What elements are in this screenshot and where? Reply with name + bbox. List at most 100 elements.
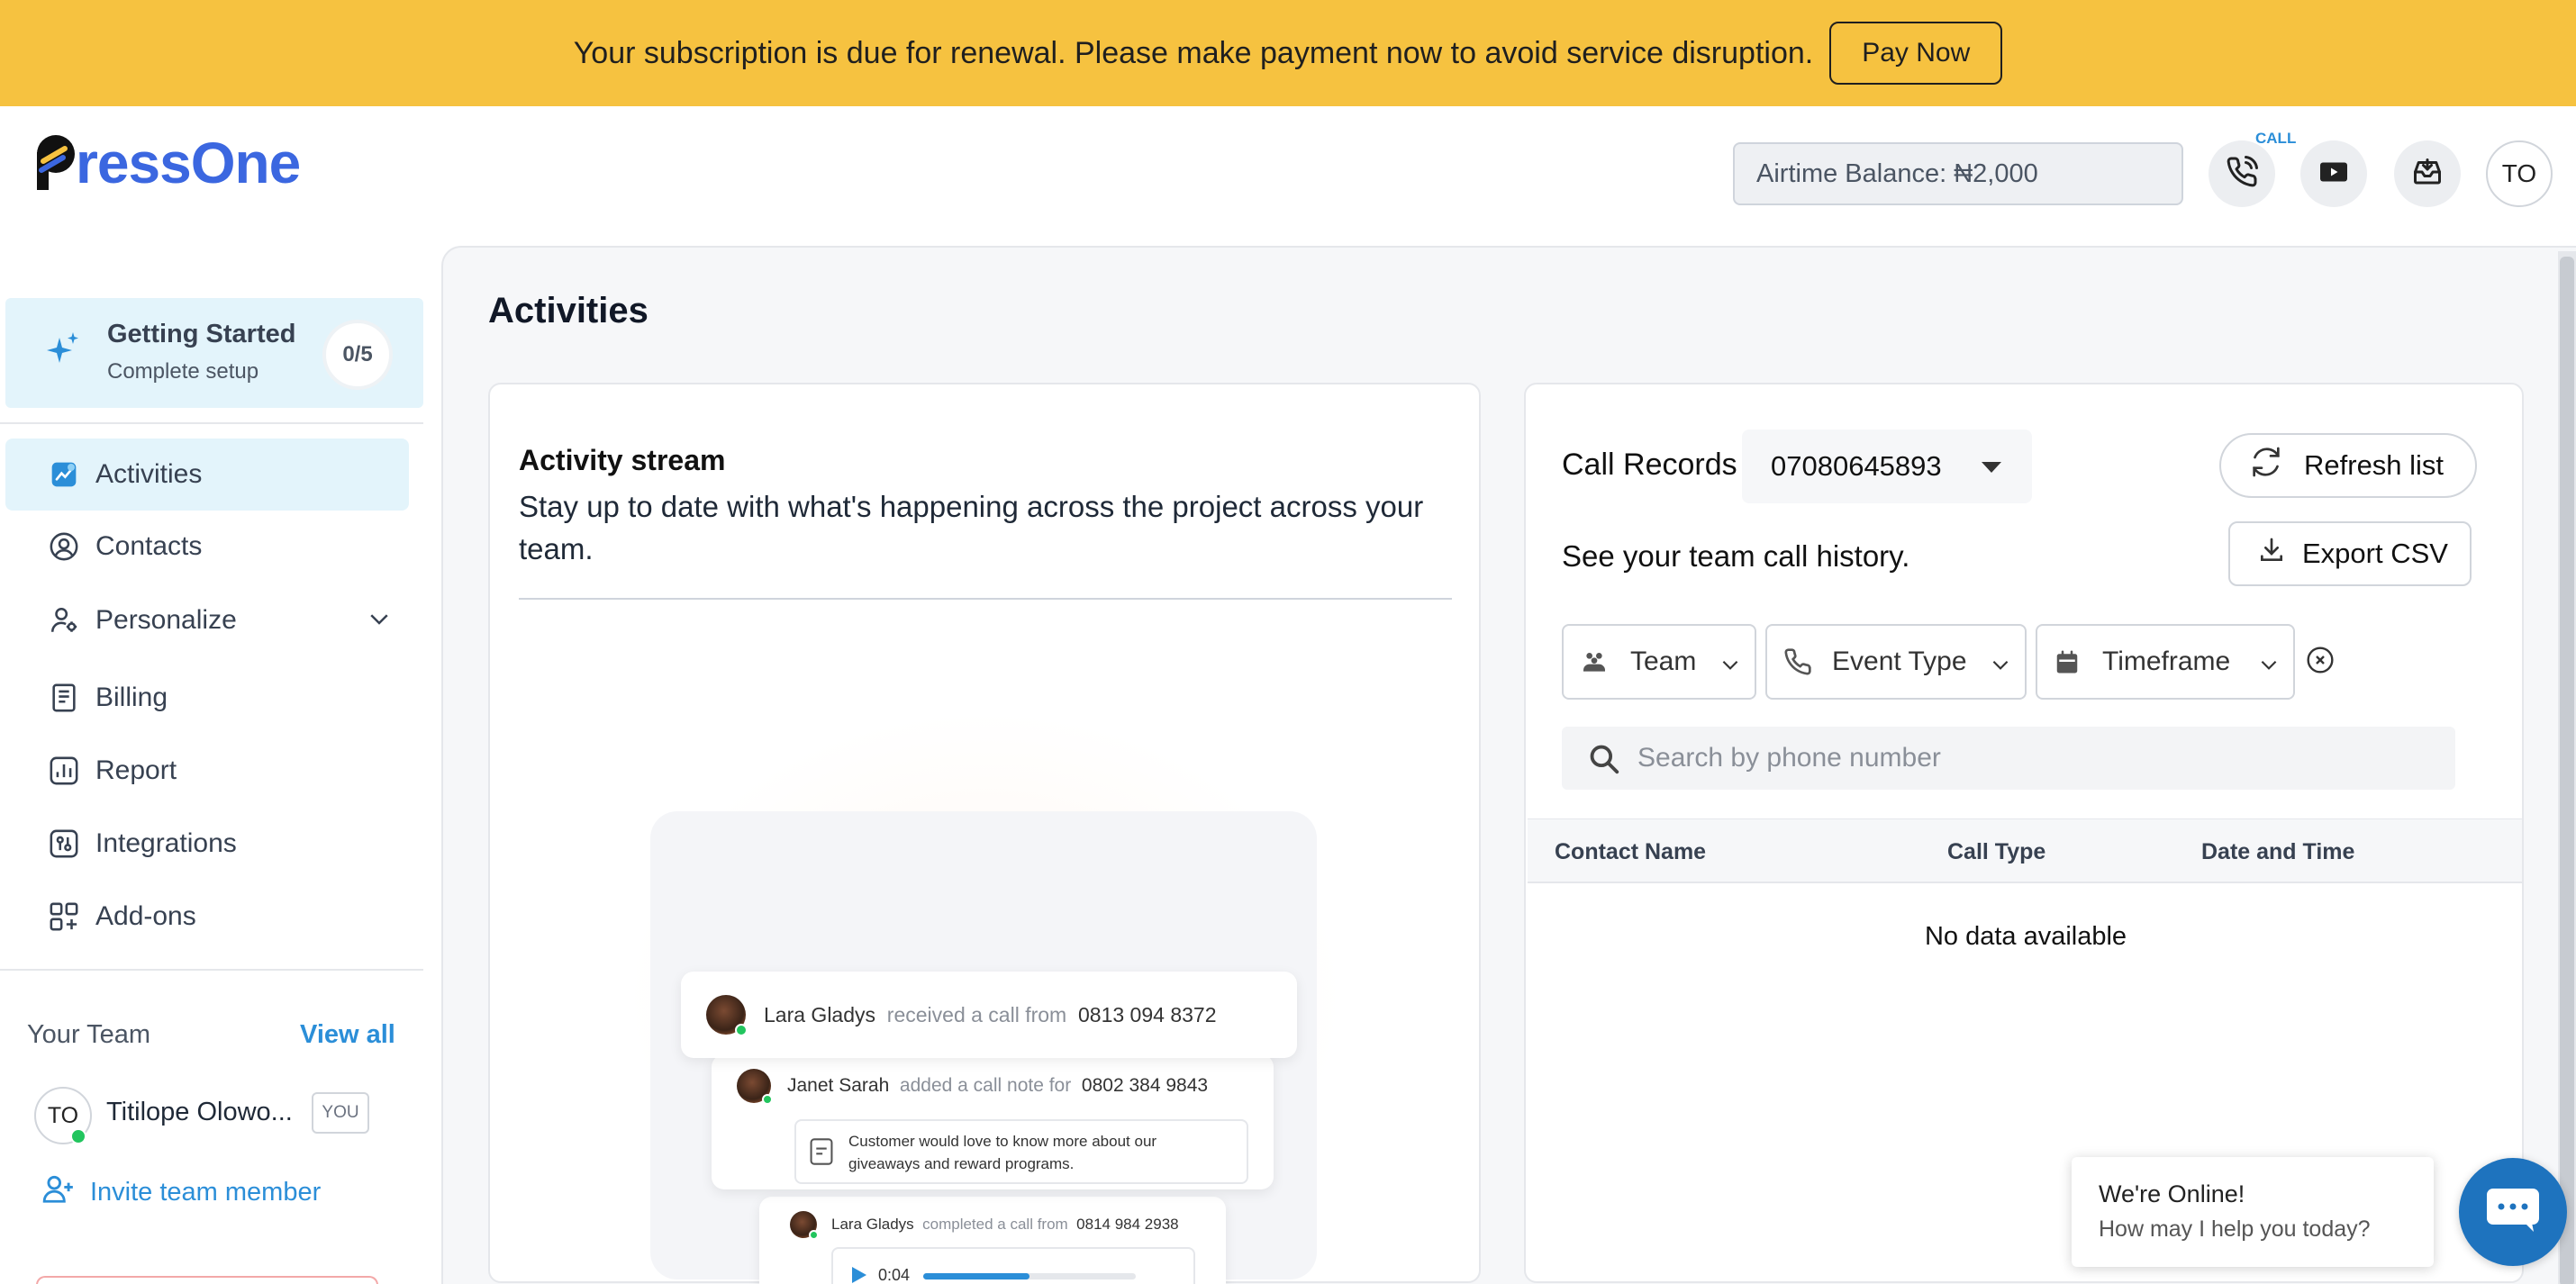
illustration-row: Lara Gladys received a call from 0813 09…	[706, 995, 1217, 1036]
refresh-list-button[interactable]: Refresh list	[2219, 433, 2477, 498]
column-header-call-type[interactable]: Call Type	[1947, 839, 2045, 865]
activity-stream-card: Activity stream Stay up to date with wha…	[488, 383, 1481, 1284]
sparkle-icon	[45, 330, 81, 375]
chat-icon	[2485, 1187, 2541, 1238]
chat-launcher-button[interactable]	[2459, 1158, 2567, 1266]
main-content: Activities Activity stream Stay up to da…	[441, 246, 2576, 1284]
illustration-name: Lara Gladys	[764, 1002, 876, 1026]
video-tutorial-button[interactable]	[2300, 140, 2367, 207]
sidebar-item-activities[interactable]: Activities	[5, 439, 409, 511]
illustration-row: Janet Sarah added a call note for 0802 3…	[737, 1069, 1209, 1105]
getting-started-title: Getting Started	[107, 320, 296, 348]
selected-number: 07080645893	[1771, 450, 1942, 482]
contact-avatar	[790, 1211, 819, 1240]
chevron-down-icon	[1719, 653, 1742, 683]
chevron-down-icon[interactable]	[366, 605, 393, 637]
team-member-name[interactable]: Titilope Olowo...	[106, 1098, 293, 1127]
airtime-balance: Airtime Balance: ₦2,000	[1733, 142, 2183, 205]
empty-state-message: No data available	[1924, 922, 2127, 951]
renewal-banner: Your subscription is due for renewal. Pl…	[0, 0, 2576, 106]
main-scrollbar[interactable]	[2558, 251, 2576, 1284]
export-csv-button[interactable]: Export CSV	[2228, 521, 2472, 586]
activity-stream-divider	[519, 598, 1452, 600]
bar-report-icon	[47, 754, 81, 788]
timeframe-filter[interactable]: Timeframe	[2036, 624, 2295, 700]
invite-team-member-link[interactable]: Invite team member	[41, 1171, 321, 1213]
activity-stream-title: Activity stream	[519, 444, 726, 476]
sidebar-item-label: Add-ons	[95, 901, 196, 931]
user-circle-icon	[47, 529, 81, 564]
pressone-logo[interactable]: ressOne	[32, 130, 301, 196]
scrollbar-thumb[interactable]	[2560, 257, 2574, 1284]
sidebar-item-integrations[interactable]: Integrations	[5, 808, 409, 880]
sidebar-bottom-card-edge	[36, 1276, 378, 1284]
search-input[interactable]	[1637, 739, 2430, 777]
receipt-icon	[47, 681, 81, 715]
chat-greeting-title: We're Online!	[2099, 1180, 2245, 1207]
renewal-message: Your subscription is due for renewal. Pl…	[573, 35, 1814, 70]
illustration-card-received: Lara Gladys received a call from 0813 09…	[681, 972, 1297, 1058]
note-text: Customer would love to know more about o…	[848, 1133, 1157, 1172]
chevron-down-icon	[2257, 653, 2281, 683]
sidebar-item-add-ons[interactable]: Add-ons	[5, 881, 409, 953]
timeframe-filter-label: Timeframe	[2102, 647, 2231, 676]
chat-greeting-subtitle: How may I help you today?	[2099, 1216, 2371, 1242]
page-title: Activities	[488, 291, 649, 330]
online-status-dot	[70, 1128, 86, 1144]
audio-progress	[923, 1273, 1029, 1279]
view-all-link[interactable]: View all	[300, 1020, 395, 1050]
video-play-icon	[2317, 156, 2350, 193]
sidebar-item-label: Activities	[95, 459, 203, 489]
illustration-action: added a call note for	[899, 1075, 1072, 1096]
call-tag: CALL	[2255, 130, 2297, 147]
getting-started-subtitle: Complete setup	[107, 359, 259, 384]
clear-filters-icon[interactable]	[2306, 646, 2335, 679]
team-icon	[1580, 647, 1609, 683]
illustration-number: 0802 384 9843	[1081, 1075, 1209, 1096]
search-icon	[1587, 742, 1621, 781]
sidebar-item-contacts[interactable]: Contacts	[5, 511, 409, 583]
download-icon	[2257, 536, 2286, 572]
top-header: ressOne Airtime Balance: ₦2,000 CALL TO	[0, 106, 2576, 246]
refresh-icon	[2248, 444, 2284, 487]
sidebar: Getting Started Complete setup 0/5 Activ…	[0, 246, 423, 1284]
event-type-filter[interactable]: Event Type	[1765, 624, 2027, 700]
team-filter[interactable]: Team	[1562, 624, 1756, 700]
inbox-download-icon	[2411, 156, 2444, 193]
illustration-card-note: Janet Sarah added a call note for 0802 3…	[712, 1054, 1274, 1189]
sidebar-item-label: Contacts	[95, 531, 203, 561]
sidebar-item-personalize[interactable]: Personalize	[5, 584, 409, 656]
illustration-number: 0813 094 8372	[1078, 1002, 1217, 1026]
call-records-subtitle: See your team call history.	[1562, 539, 1910, 573]
sidebar-item-label: Report	[95, 755, 177, 785]
you-badge: YOU	[312, 1092, 369, 1134]
setup-progress-count: 0/5	[322, 320, 393, 390]
sidebar-item-billing[interactable]: Billing	[5, 662, 409, 734]
call-records-card: Call Records 07080645893 Refresh list Se…	[1524, 383, 2524, 1283]
sidebar-item-report[interactable]: Report	[5, 735, 409, 807]
number-select[interactable]: 07080645893	[1742, 430, 2032, 503]
logo-mark-icon	[32, 134, 81, 192]
export-csv-label: Export CSV	[2302, 538, 2448, 569]
illustration-action: received a call from	[886, 1002, 1067, 1026]
pay-now-button[interactable]: Pay Now	[1829, 22, 2003, 85]
illustration-name: Lara Gladys	[831, 1216, 914, 1233]
illustration-card-completed: Lara Gladys completed a call from 0814 9…	[759, 1197, 1226, 1284]
column-header-contact-name[interactable]: Contact Name	[1555, 839, 1706, 865]
column-header-date-time[interactable]: Date and Time	[2201, 839, 2354, 865]
getting-started-card[interactable]: Getting Started Complete setup 0/5	[5, 298, 423, 408]
inbox-button[interactable]	[2394, 140, 2461, 207]
sidebar-divider	[0, 422, 423, 424]
phone-icon	[1783, 647, 1812, 683]
activity-stream-description: Stay up to date with what's happening ac…	[519, 490, 1424, 565]
invite-label: Invite team member	[90, 1177, 322, 1207]
add-ons-icon	[47, 900, 81, 934]
call-button[interactable]	[2209, 140, 2275, 207]
chevron-down-icon	[1989, 653, 2012, 683]
chat-greeting-bubble[interactable]: We're Online! How may I help you today?	[2072, 1157, 2434, 1267]
team-filter-label: Team	[1630, 647, 1697, 676]
logo-text: ressOne	[76, 131, 301, 195]
team-section-title: Your Team	[27, 1020, 151, 1049]
user-avatar[interactable]: TO	[2486, 140, 2553, 207]
illustration-row: Lara Gladys completed a call from 0814 9…	[790, 1211, 1179, 1240]
